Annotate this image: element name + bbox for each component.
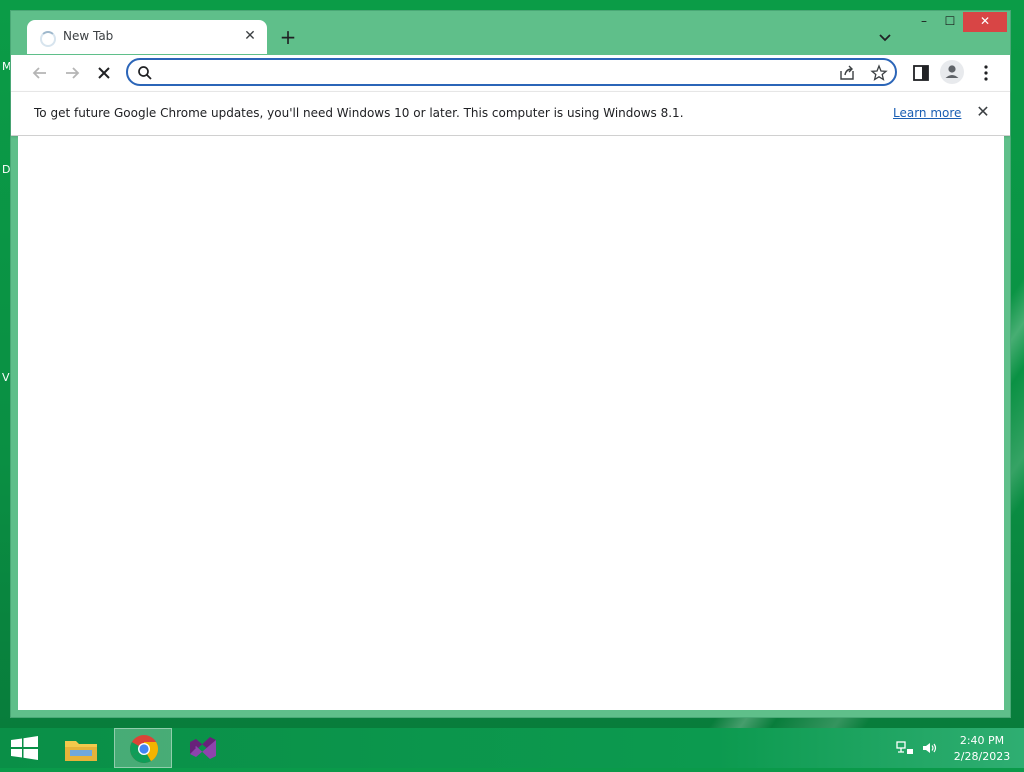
visual-studio-icon — [190, 737, 216, 759]
taskbar-clock[interactable]: 2:40 PM 2/28/2023 — [950, 733, 1014, 765]
address-bar[interactable] — [126, 58, 897, 86]
tab-new-tab[interactable]: New Tab ✕ — [27, 20, 267, 54]
close-infobar-icon[interactable]: ✕ — [974, 103, 992, 121]
windows-logo-icon — [11, 736, 38, 760]
start-button[interactable] — [0, 728, 58, 768]
file-explorer-taskbar-button[interactable] — [52, 728, 110, 768]
infobar-message: To get future Google Chrome updates, you… — [34, 106, 684, 120]
network-icon[interactable] — [896, 740, 914, 756]
bookmark-star-icon[interactable] — [870, 64, 888, 82]
chrome-taskbar-button[interactable] — [114, 728, 172, 768]
tab-search-chevron-icon[interactable] — [875, 27, 895, 47]
chrome-icon — [130, 735, 158, 763]
loading-spinner-icon — [40, 31, 56, 47]
side-panel-icon[interactable] — [910, 62, 932, 84]
forward-arrow-icon[interactable] — [61, 62, 83, 84]
profile-avatar[interactable] — [940, 60, 964, 84]
clock-time: 2:40 PM — [959, 734, 1005, 747]
more-menu-icon[interactable] — [975, 62, 997, 84]
tab-title: New Tab — [63, 29, 114, 43]
volume-icon[interactable] — [921, 740, 939, 756]
desktop-icon-label[interactable]: V — [2, 371, 10, 384]
page-content — [18, 136, 1004, 710]
profile-person-icon — [945, 65, 959, 78]
close-window-button[interactable]: ✕ — [963, 12, 1007, 32]
learn-more-link[interactable]: Learn more — [893, 106, 961, 120]
update-infobar: To get future Google Chrome updates, you… — [11, 91, 1010, 136]
clock-date: 2/28/2023 — [953, 750, 1011, 763]
back-arrow-icon[interactable] — [29, 62, 51, 84]
search-icon — [138, 66, 152, 80]
browser-toolbar — [11, 55, 1010, 91]
minimize-button[interactable]: – — [911, 12, 937, 32]
new-tab-button[interactable]: + — [277, 26, 299, 48]
maximize-button[interactable]: ☐ — [937, 12, 963, 32]
stop-loading-icon[interactable] — [93, 62, 115, 84]
close-tab-icon[interactable]: ✕ — [241, 27, 259, 45]
chrome-window: New Tab ✕ + – ☐ ✕ To get future Google C… — [10, 10, 1011, 718]
share-icon[interactable] — [838, 64, 856, 82]
address-input[interactable] — [158, 63, 822, 83]
visual-studio-taskbar-button[interactable] — [176, 728, 234, 768]
folder-icon — [65, 741, 97, 761]
tab-strip: New Tab ✕ + – ☐ ✕ — [11, 11, 1010, 55]
taskbar: 2:40 PM 2/28/2023 — [0, 728, 1024, 768]
